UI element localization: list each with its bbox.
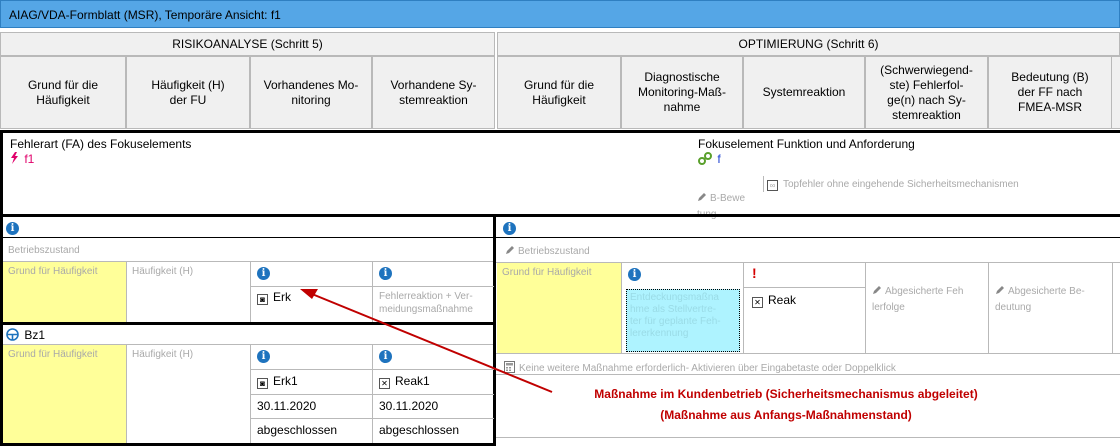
annotation-line2: (Maßnahme aus Anfangs-Maßnahmenstand) [660,408,912,422]
annotation-line1: Maßnahme im Kundenbetrieb (Sicherheitsme… [594,387,978,401]
annotation-arrow [300,289,553,393]
